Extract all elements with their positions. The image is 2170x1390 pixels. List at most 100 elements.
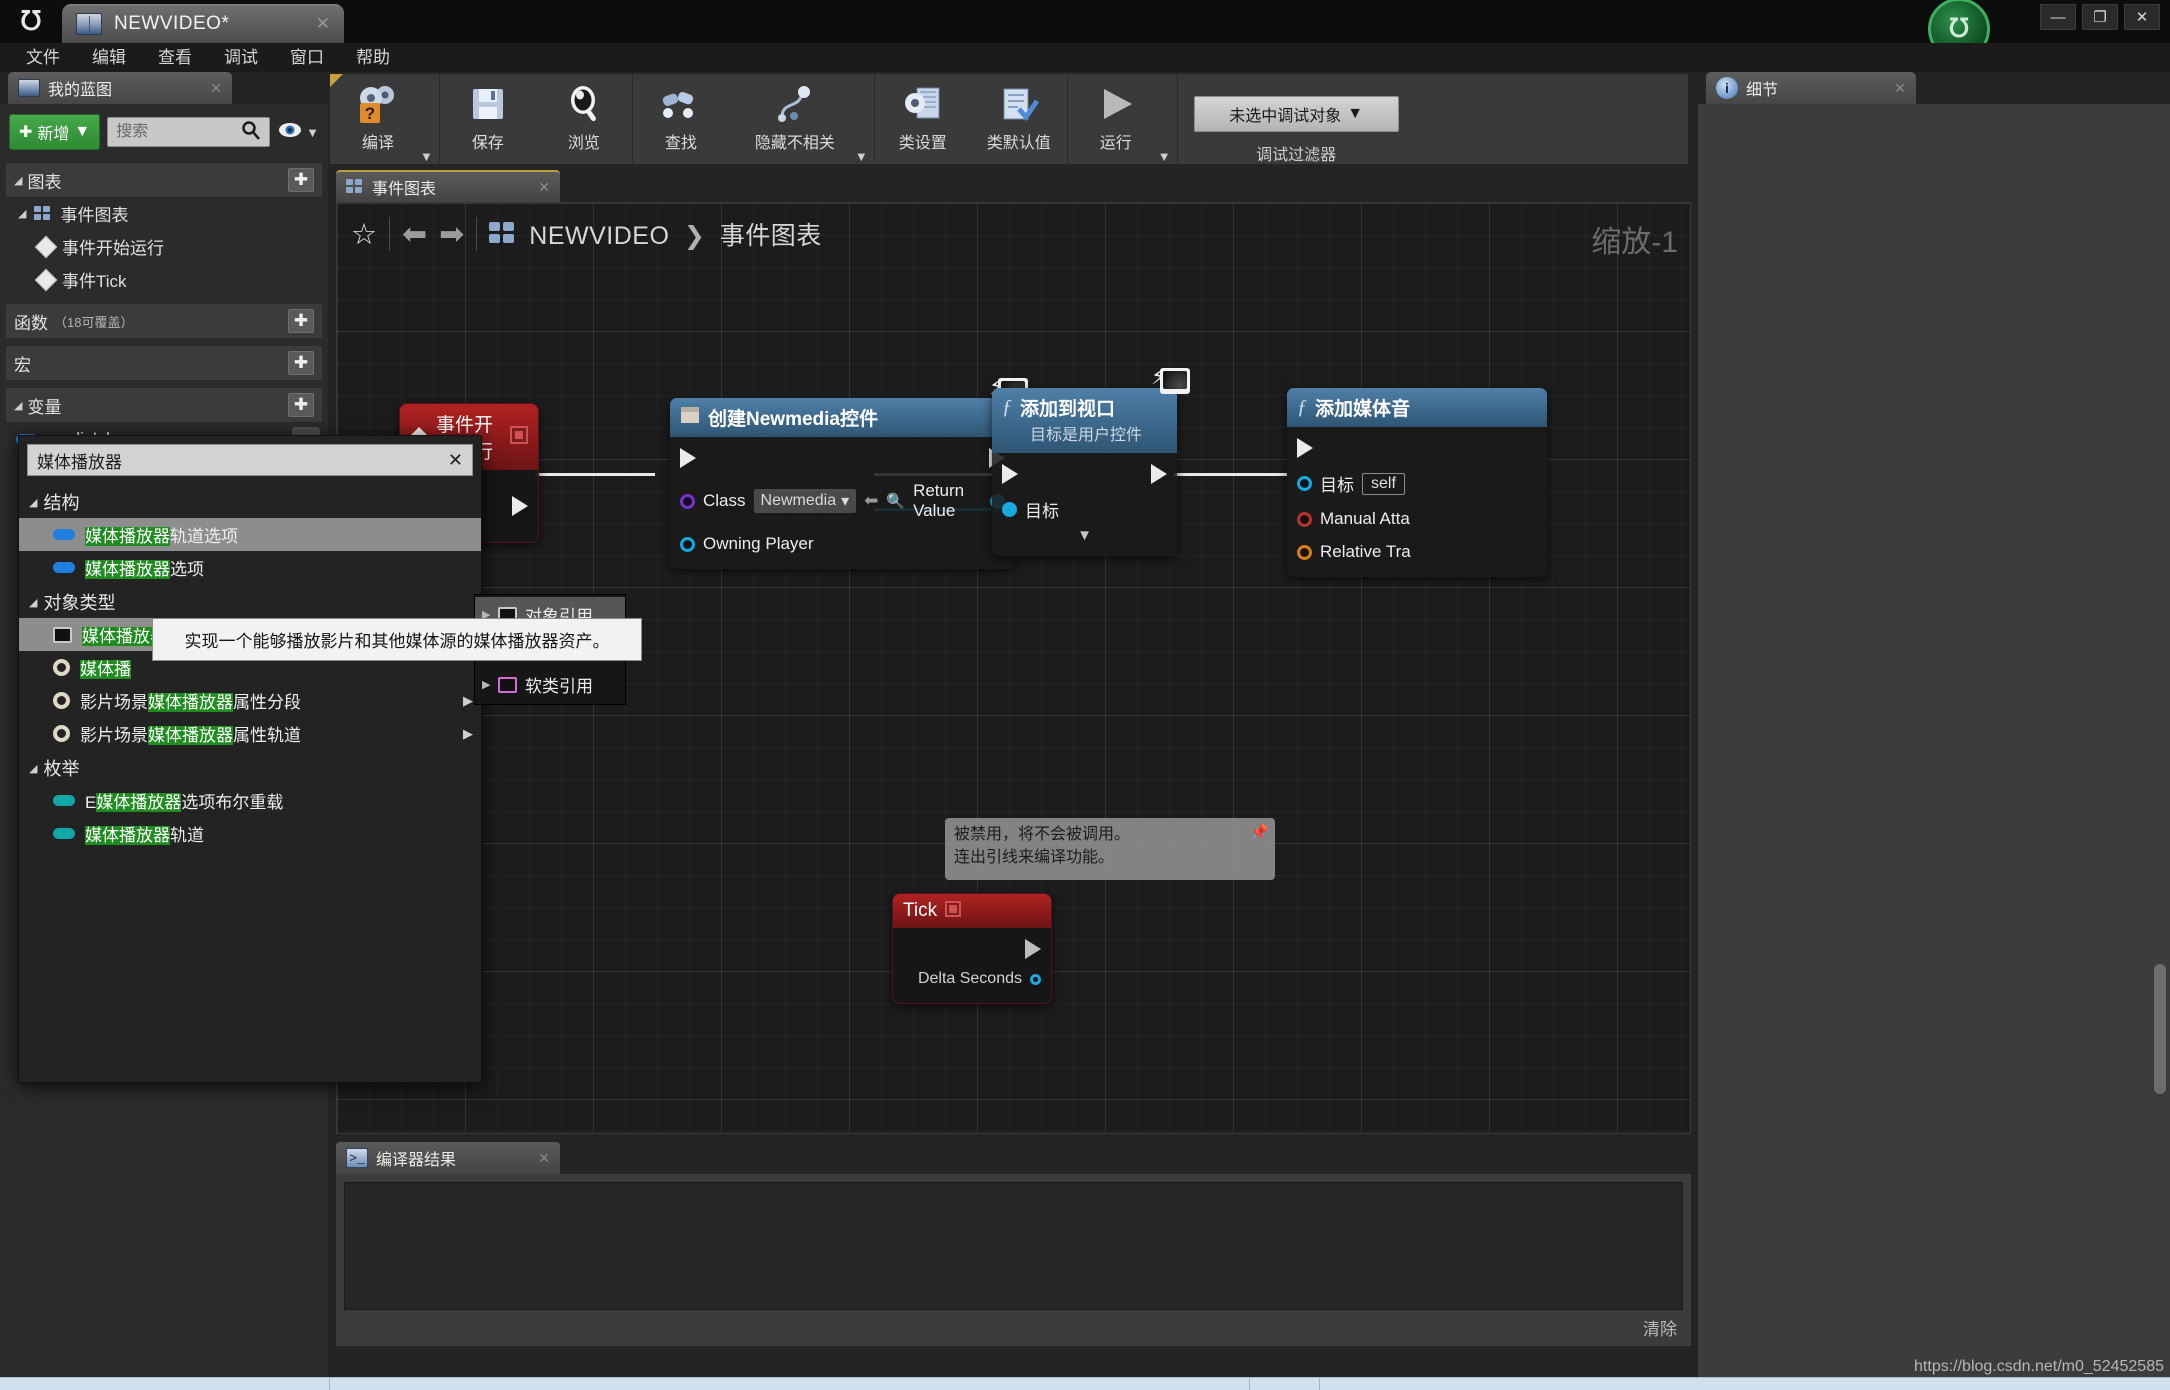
pin-class-row[interactable]: Class Newmedia ▾ ⬅ 🔍 Return Value: [670, 471, 1015, 524]
node-disabled-note[interactable]: 被禁用，将不会被调用。 连出引线来编译功能。 📌: [945, 818, 1275, 880]
section-macros[interactable]: 宏 ✚: [6, 346, 322, 380]
exec-pin-icon[interactable]: [1025, 939, 1041, 959]
close-icon[interactable]: ✕: [538, 179, 550, 196]
menu-item-window[interactable]: 窗口: [274, 43, 340, 72]
debug-object-select[interactable]: 未选中调试对象 ▼: [1193, 96, 1399, 132]
forward-arrow-icon[interactable]: ➡: [439, 217, 464, 252]
submenu-arrow-icon[interactable]: ▶: [463, 726, 473, 742]
document-tab[interactable]: NEWVIDEO* ✕: [62, 4, 344, 43]
class-settings-button[interactable]: 类设置: [875, 74, 971, 164]
relative-transform-pin-icon[interactable]: [1297, 544, 1312, 560]
exec-pin-in-icon[interactable]: [680, 448, 696, 468]
collapse-icon[interactable]: ◢: [14, 174, 22, 187]
tree-item-event-graph[interactable]: ◢ 事件图表: [0, 197, 328, 230]
section-functions[interactable]: 函数 （18可覆盖） ✚: [6, 304, 322, 338]
browse-icon[interactable]: 🔍: [886, 492, 905, 510]
details-tab[interactable]: i 细节 ✕: [1706, 72, 1916, 104]
stop-square-icon[interactable]: [510, 425, 528, 449]
pin-delta-seconds[interactable]: Delta Seconds: [893, 962, 1051, 991]
search-box[interactable]: [107, 117, 271, 147]
window-close-button[interactable]: ✕: [2124, 4, 2160, 30]
menu-item-debug[interactable]: 调试: [208, 43, 274, 72]
my-blueprint-tab[interactable]: 我的蓝图 ✕: [8, 72, 232, 104]
picker-item-movie-scene-mediaplayer-property-track[interactable]: 影片场景媒体播放器属性轨道 ▶: [19, 717, 481, 750]
target-pin-icon[interactable]: [1297, 476, 1312, 491]
hide-unrelated-button[interactable]: 隐藏不相关: [729, 74, 861, 164]
close-icon[interactable]: ✕: [316, 14, 330, 34]
compile-button[interactable]: ? 编译: [330, 74, 426, 164]
play-button[interactable]: 运行: [1068, 74, 1164, 164]
picker-item-mediaplayer-track[interactable]: 媒体播放器轨道: [19, 817, 481, 850]
menu-item-edit[interactable]: 编辑: [76, 43, 142, 72]
owning-player-pin-icon[interactable]: [680, 536, 695, 552]
class-value-dropdown[interactable]: Newmedia ▾: [753, 489, 857, 513]
pin-target-row[interactable]: 目标: [992, 487, 1177, 525]
browse-button[interactable]: 浏览: [536, 74, 632, 164]
pin-target-row[interactable]: 目标 self: [1287, 461, 1547, 499]
pin-relative-transform-row[interactable]: Relative Tra: [1287, 532, 1547, 565]
compiler-results-tab[interactable]: >_ 编译器结果 ✕: [336, 1142, 560, 1174]
close-icon[interactable]: ✕: [448, 450, 463, 471]
exec-pin-in-icon[interactable]: [1002, 464, 1018, 484]
pin-exec-out[interactable]: [893, 936, 1051, 962]
node-add-to-viewport[interactable]: ƒ 添加到视口 目标是用户控件 目标 ▼ ⚡: [992, 364, 1190, 556]
picker-item-emediaplayer-options-bool-override[interactable]: E媒体播放器选项布尔重载: [19, 784, 481, 817]
back-arrow-icon[interactable]: ⬅: [402, 217, 427, 252]
visibility-options-button[interactable]: ▼: [277, 121, 319, 144]
minimize-button[interactable]: —: [2040, 4, 2076, 30]
maximize-button[interactable]: ❐: [2082, 4, 2118, 30]
menu-item-help[interactable]: 帮助: [340, 43, 406, 72]
pin-exec-row[interactable]: [992, 461, 1177, 487]
close-icon[interactable]: ✕: [210, 80, 222, 97]
section-graphs[interactable]: ◢ 图表 ✚: [6, 163, 322, 197]
expand-node-caret[interactable]: ▼: [992, 527, 1177, 544]
class-defaults-button[interactable]: 类默认值: [971, 74, 1067, 164]
pin-note-icon[interactable]: 📌: [1250, 823, 1269, 841]
close-icon[interactable]: ✕: [538, 1150, 550, 1167]
collapse-icon[interactable]: ◢: [29, 762, 37, 775]
breadcrumb[interactable]: NEWVIDEO ❯ 事件图表: [529, 216, 822, 252]
node-event-tick[interactable]: Tick Delta Seconds: [892, 893, 1052, 1004]
tree-item-event-begin-play[interactable]: 事件开始运行: [0, 230, 328, 263]
class-pin-icon[interactable]: [680, 493, 695, 509]
collapse-icon[interactable]: ◢: [29, 496, 37, 509]
manual-attach-pin-icon[interactable]: [1297, 511, 1312, 527]
picker-search-box[interactable]: 媒体播放器 ✕: [27, 444, 473, 476]
use-selected-icon[interactable]: ⬅: [864, 491, 878, 511]
close-icon[interactable]: ✕: [1894, 80, 1906, 97]
find-button[interactable]: 查找: [633, 74, 729, 164]
submenu-arrow-icon[interactable]: ▶: [463, 693, 473, 709]
collapse-icon[interactable]: ◢: [18, 207, 26, 220]
tree-item-event-tick[interactable]: 事件Tick: [0, 263, 328, 296]
node-create-newmedia-widget[interactable]: 创建Newmedia控件 Class Newmedia ▾ ⬅ 🔍 Return…: [670, 374, 1028, 569]
favorite-star-icon[interactable]: ☆: [351, 217, 377, 252]
add-function-button[interactable]: ✚: [288, 309, 314, 333]
exec-pin-icon[interactable]: [512, 496, 528, 516]
pin-owning-player-row[interactable]: Owning Player: [670, 524, 1015, 557]
pin-exec-row[interactable]: [670, 445, 1015, 471]
stop-square-icon[interactable]: [945, 900, 962, 922]
submenu-item-soft-class-reference[interactable]: ▶ 软类引用: [475, 667, 625, 702]
picker-group-enums[interactable]: ◢ 枚举: [19, 750, 481, 784]
clear-button[interactable]: 清除: [1643, 1315, 1677, 1340]
delta-seconds-pin-icon[interactable]: [1030, 973, 1041, 985]
details-scrollbar[interactable]: [2154, 964, 2166, 1094]
target-self-value[interactable]: self: [1362, 472, 1405, 495]
picker-item-mediaplayer-options[interactable]: 媒体播放器选项: [19, 551, 481, 584]
pin-exec-row[interactable]: [1287, 435, 1547, 461]
node-add-media-audio[interactable]: ƒ 添加媒体音 目标 self Manual Atta Relative Tra: [1287, 388, 1547, 577]
picker-group-object-types[interactable]: ◢ 对象类型: [19, 584, 481, 618]
target-pin-icon[interactable]: [1002, 502, 1017, 517]
search-input[interactable]: [116, 123, 242, 141]
section-variables[interactable]: ◢ 变量 ✚: [6, 388, 322, 422]
save-button[interactable]: 保存: [440, 74, 536, 164]
add-new-button[interactable]: ✚ 新增 ▼: [9, 114, 101, 150]
menu-item-view[interactable]: 查看: [142, 43, 208, 72]
pin-manual-attach-row[interactable]: Manual Atta: [1287, 499, 1547, 532]
exec-pin-in-icon[interactable]: [1297, 438, 1313, 458]
event-graph-tab[interactable]: 事件图表 ✕: [336, 170, 560, 202]
menu-item-file[interactable]: 文件: [10, 43, 76, 72]
add-variable-button[interactable]: ✚: [288, 393, 314, 417]
add-macro-button[interactable]: ✚: [288, 351, 314, 375]
picker-group-structs[interactable]: ◢ 结构: [19, 484, 481, 518]
